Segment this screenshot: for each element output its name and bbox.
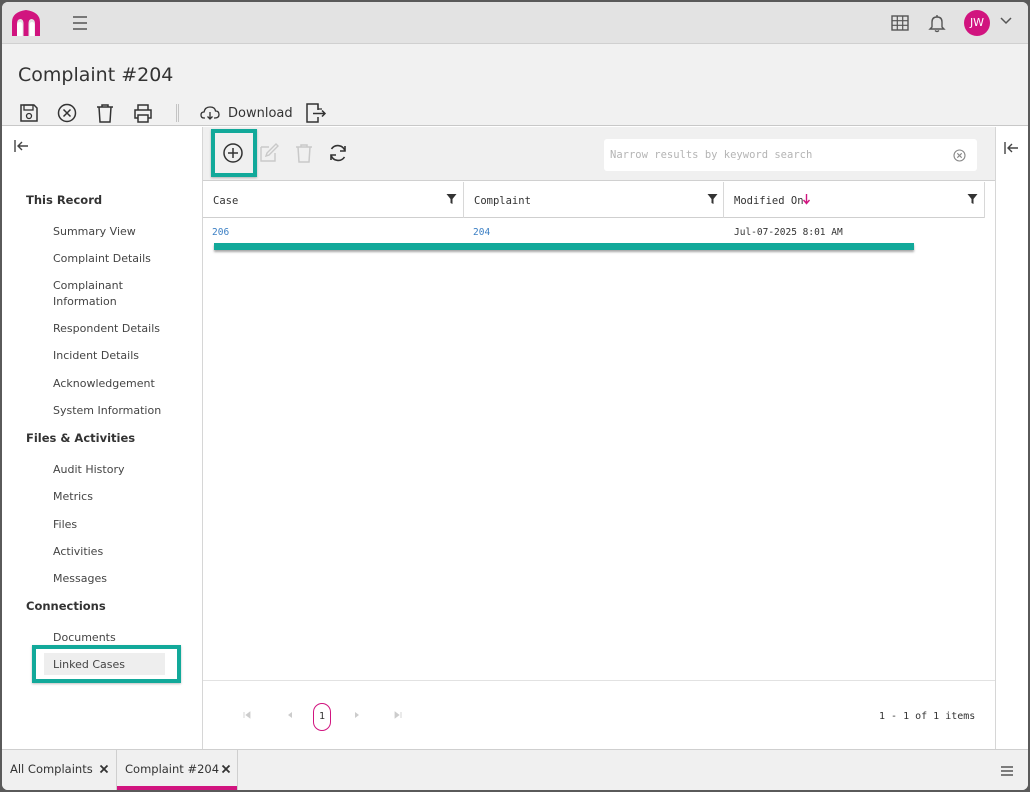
tab-label: Complaint #204	[125, 762, 220, 776]
filter-icon[interactable]	[707, 193, 718, 205]
download-button[interactable]: Download	[200, 102, 293, 124]
nav-complaint-details[interactable]: Complaint Details	[53, 251, 173, 267]
user-avatar[interactable]: JW	[964, 10, 990, 36]
active-tab-indicator	[117, 786, 237, 790]
print-icon[interactable]	[132, 102, 154, 124]
nav-activities[interactable]: Activities	[53, 544, 173, 560]
edit-icon	[260, 143, 279, 162]
nav-system-information[interactable]: System Information	[53, 403, 173, 419]
delete-icon[interactable]	[94, 102, 116, 124]
tab-label: All Complaints	[10, 762, 93, 776]
top-bar: JW	[2, 2, 1028, 44]
pager-info: 1 - 1 of 1 items	[879, 711, 976, 722]
column-label: Modified On	[734, 195, 804, 207]
nav-complainant-information[interactable]: Complainant Information	[53, 278, 173, 310]
nav-messages[interactable]: Messages	[53, 571, 173, 587]
page-title: Complaint #204	[18, 64, 174, 86]
pager: 1 1 - 1 of 1 items	[203, 680, 995, 749]
current-page-number[interactable]: 1	[313, 703, 331, 731]
tab-all-complaints[interactable]: All Complaints	[2, 750, 117, 790]
grid-toolbar	[203, 127, 995, 181]
table-header: Case Complaint Modified On	[203, 182, 985, 218]
chevron-down-icon[interactable]	[999, 16, 1013, 26]
tab-complaint-204[interactable]: Complaint #204	[117, 750, 238, 790]
section-connections: Connections	[26, 599, 106, 613]
refresh-icon[interactable]	[327, 142, 349, 164]
column-label: Case	[213, 195, 239, 207]
right-panel	[995, 127, 1028, 749]
bottom-tab-bar: All Complaints Complaint #204	[2, 749, 1028, 790]
sort-descending-icon[interactable]	[802, 193, 811, 205]
cloud-download-icon	[200, 106, 220, 120]
case-link[interactable]: 206	[212, 227, 229, 238]
filter-icon[interactable]	[967, 193, 978, 205]
filter-icon[interactable]	[446, 193, 457, 205]
first-page-icon	[243, 711, 251, 719]
complaint-link[interactable]: 204	[473, 227, 490, 238]
nav-files[interactable]: Files	[53, 517, 173, 533]
tab-list-menu-icon[interactable]	[1000, 765, 1014, 777]
column-label: Complaint	[474, 195, 531, 207]
menu-icon[interactable]	[70, 14, 90, 32]
nav-metrics[interactable]: Metrics	[53, 489, 173, 505]
nav-incident-details[interactable]: Incident Details	[53, 348, 173, 364]
next-page-icon	[355, 712, 359, 718]
save-icon[interactable]	[18, 102, 40, 124]
row-highlight-underline	[214, 243, 914, 250]
nav-summary-view[interactable]: Summary View	[53, 224, 173, 240]
record-header: Complaint #204 Download	[2, 44, 1028, 126]
nav-acknowledgement[interactable]: Acknowledgement	[53, 376, 173, 392]
nav-audit-history[interactable]: Audit History	[53, 462, 173, 478]
section-this-record: This Record	[26, 193, 103, 207]
expand-panel-icon[interactable]	[1003, 141, 1019, 155]
search-box	[604, 139, 977, 171]
nav-respondent-details[interactable]: Respondent Details	[53, 321, 173, 337]
cancel-icon[interactable]	[56, 102, 78, 124]
modified-on-cell: Jul-07-2025 8:01 AM	[734, 227, 843, 238]
close-icon[interactable]	[221, 764, 231, 774]
delete-icon	[296, 144, 312, 163]
notification-bell-icon[interactable]	[928, 13, 946, 33]
column-header-case[interactable]: Case	[203, 182, 464, 218]
app-window: JW Complaint #204 Download This Record S…	[2, 2, 1028, 790]
linked-cases-highlight	[32, 645, 181, 683]
keyword-search-input[interactable]	[610, 146, 940, 164]
add-button-highlight	[211, 129, 257, 177]
export-icon[interactable]	[304, 102, 328, 124]
grid-apps-icon[interactable]	[890, 14, 910, 32]
clear-search-icon[interactable]	[953, 149, 966, 162]
collapse-left-icon[interactable]	[13, 139, 29, 153]
toolbar-separator	[176, 104, 179, 122]
column-header-complaint[interactable]: Complaint	[464, 182, 724, 218]
previous-page-icon	[288, 712, 292, 718]
nav-documents[interactable]: Documents	[53, 630, 173, 646]
linked-cases-grid: Case Complaint Modified On	[203, 127, 995, 749]
download-label: Download	[228, 105, 293, 121]
section-files-activities: Files & Activities	[26, 431, 136, 445]
record-navigation: This Record Summary View Complaint Detai…	[2, 127, 203, 749]
close-icon[interactable]	[99, 764, 109, 774]
column-header-modified-on[interactable]: Modified On	[724, 182, 985, 218]
last-page-icon	[394, 711, 402, 719]
brand-logo[interactable]	[10, 8, 42, 38]
